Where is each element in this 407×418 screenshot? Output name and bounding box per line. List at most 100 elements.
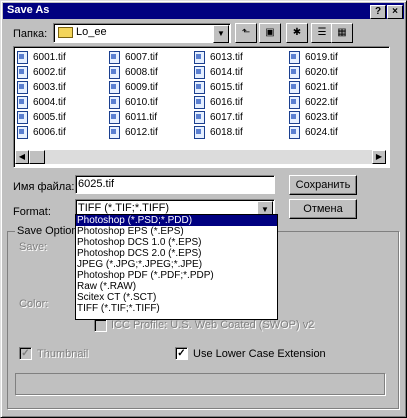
tif-file-icon bbox=[109, 81, 120, 94]
file-item[interactable]: 6002.tif bbox=[17, 66, 66, 80]
file-item[interactable]: 6022.tif bbox=[289, 96, 338, 110]
format-option[interactable]: Photoshop DCS 2.0 (*.EPS) bbox=[76, 248, 277, 259]
file-name: 6024.tif bbox=[305, 127, 338, 139]
filename-label: Имя файла: bbox=[13, 181, 75, 193]
file-name: 6022.tif bbox=[305, 97, 338, 109]
tif-file-icon bbox=[17, 111, 28, 124]
help-button[interactable]: ? bbox=[370, 5, 386, 19]
status-bar bbox=[15, 373, 385, 395]
format-option[interactable]: Photoshop EPS (*.EPS) bbox=[76, 226, 277, 237]
close-button[interactable]: × bbox=[387, 5, 403, 19]
file-name: 6014.tif bbox=[210, 67, 243, 79]
file-item[interactable]: 6008.tif bbox=[109, 66, 158, 80]
file-item[interactable]: 6013.tif bbox=[194, 51, 243, 65]
dialog-title: Save As bbox=[7, 4, 50, 16]
save-label: Save: bbox=[19, 241, 48, 253]
file-item[interactable]: 6006.tif bbox=[17, 126, 66, 140]
tif-file-icon bbox=[109, 66, 120, 79]
tif-file-icon bbox=[109, 51, 120, 64]
save-button[interactable]: Сохранить bbox=[289, 175, 357, 195]
file-name: 6016.tif bbox=[210, 97, 243, 109]
file-item[interactable]: 6014.tif bbox=[194, 66, 243, 80]
lower-case-checkbox[interactable]: ✓ bbox=[175, 347, 188, 360]
file-name: 6019.tif bbox=[305, 52, 338, 64]
thumbnail-label: Thumbnail bbox=[37, 348, 89, 360]
title-bar: Save As ? × bbox=[3, 3, 404, 19]
tif-file-icon bbox=[194, 126, 205, 139]
scroll-right-icon[interactable]: ▶ bbox=[372, 150, 386, 164]
file-name: 6008.tif bbox=[125, 67, 158, 79]
tif-file-icon bbox=[17, 81, 28, 94]
format-option[interactable]: TIFF (*.TIF;*.TIFF) bbox=[76, 303, 277, 314]
details-view-icon[interactable]: ▦ bbox=[331, 23, 353, 43]
tif-file-icon bbox=[17, 51, 28, 64]
file-name: 6003.tif bbox=[33, 82, 66, 94]
new-folder-icon[interactable]: ✱ bbox=[286, 23, 308, 43]
location-dropdown[interactable]: Lo_ee ▼ bbox=[53, 23, 231, 43]
format-option[interactable]: Photoshop DCS 1.0 (*.EPS) bbox=[76, 237, 277, 248]
tif-file-icon bbox=[289, 81, 300, 94]
file-name: 6021.tif bbox=[305, 82, 338, 94]
list-view-icon[interactable]: ☰ bbox=[311, 23, 333, 43]
file-name: 6013.tif bbox=[210, 52, 243, 64]
file-item[interactable]: 6023.tif bbox=[289, 111, 338, 125]
file-item[interactable]: 6011.tif bbox=[109, 111, 157, 125]
file-item[interactable]: 6010.tif bbox=[109, 96, 158, 110]
location-value: Lo_ee bbox=[76, 26, 107, 38]
horizontal-scrollbar[interactable]: ◀ ▶ bbox=[15, 150, 386, 164]
file-name: 6023.tif bbox=[305, 112, 338, 124]
file-name: 6012.tif bbox=[125, 127, 158, 139]
format-option[interactable]: Scitex CT (*.SCT) bbox=[76, 292, 277, 303]
tif-file-icon bbox=[194, 51, 205, 64]
file-name: 6005.tif bbox=[33, 112, 66, 124]
file-name: 6017.tif bbox=[210, 112, 243, 124]
file-item[interactable]: 6004.tif bbox=[17, 96, 66, 110]
format-option[interactable]: Photoshop PDF (*.PDF;*.PDP) bbox=[76, 270, 277, 281]
file-item[interactable]: 6001.tif bbox=[17, 51, 66, 65]
tif-file-icon bbox=[194, 81, 205, 94]
scroll-left-icon[interactable]: ◀ bbox=[15, 150, 29, 164]
file-item[interactable]: 6003.tif bbox=[17, 81, 66, 95]
tif-file-icon bbox=[109, 111, 120, 124]
thumbnail-checkbox[interactable]: ✓ bbox=[19, 347, 32, 360]
scroll-thumb[interactable] bbox=[29, 150, 45, 164]
format-value: TIFF (*.TIF;*.TIFF) bbox=[78, 202, 170, 214]
up-folder-icon[interactable]: ⬑ bbox=[235, 23, 257, 43]
color-label: Color: bbox=[19, 298, 49, 310]
file-item[interactable]: 6024.tif bbox=[289, 126, 338, 140]
tif-file-icon bbox=[289, 66, 300, 79]
file-item[interactable]: 6012.tif bbox=[109, 126, 158, 140]
file-name: 6020.tif bbox=[305, 67, 338, 79]
tif-file-icon bbox=[289, 51, 300, 64]
file-item[interactable]: 6020.tif bbox=[289, 66, 338, 80]
format-option[interactable]: Photoshop (*.PSD;*.PDD) bbox=[76, 215, 277, 226]
format-options-list[interactable]: Photoshop (*.PSD;*.PDD) Photoshop EPS (*.… bbox=[75, 214, 278, 320]
format-option[interactable]: Raw (*.RAW) bbox=[76, 281, 277, 292]
cancel-button[interactable]: Отмена bbox=[289, 199, 357, 219]
icc-profile-checkbox[interactable] bbox=[94, 319, 107, 332]
desktop-icon[interactable]: ▣ bbox=[259, 23, 281, 43]
file-item[interactable]: 6018.tif bbox=[194, 126, 243, 140]
folder-icon bbox=[58, 26, 73, 38]
tif-file-icon bbox=[109, 126, 120, 139]
file-item[interactable]: 6009.tif bbox=[109, 81, 158, 95]
file-item[interactable]: 6016.tif bbox=[194, 96, 243, 110]
format-option[interactable]: JPEG (*.JPG;*.JPEG;*.JPE) bbox=[76, 259, 277, 270]
file-name: 6015.tif bbox=[210, 82, 243, 94]
file-item[interactable]: 6015.tif bbox=[194, 81, 243, 95]
filename-field[interactable]: 6025.tif bbox=[75, 175, 275, 194]
tif-file-icon bbox=[289, 126, 300, 139]
tif-file-icon bbox=[289, 96, 300, 109]
tif-file-icon bbox=[194, 96, 205, 109]
location-label: Папка: bbox=[13, 28, 48, 40]
file-item[interactable]: 6019.tif bbox=[289, 51, 338, 65]
file-item[interactable]: 6021.tif bbox=[289, 81, 338, 95]
filename-value: 6025.tif bbox=[78, 178, 115, 190]
tif-file-icon bbox=[109, 96, 120, 109]
tif-file-icon bbox=[17, 96, 28, 109]
file-item[interactable]: 6005.tif bbox=[17, 111, 66, 125]
chevron-down-icon[interactable]: ▼ bbox=[213, 25, 229, 43]
file-name: 6001.tif bbox=[33, 52, 66, 64]
file-item[interactable]: 6007.tif bbox=[109, 51, 158, 65]
file-item[interactable]: 6017.tif bbox=[194, 111, 243, 125]
